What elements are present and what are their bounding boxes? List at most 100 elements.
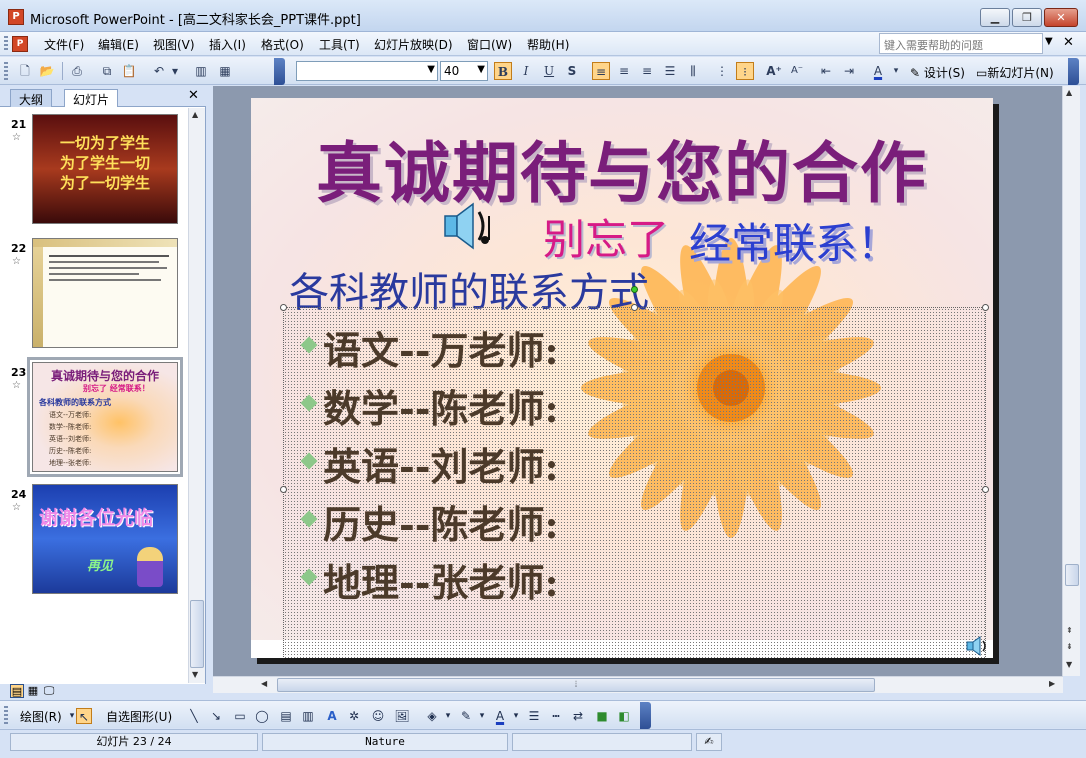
toolbar-options-icon[interactable] xyxy=(274,58,285,85)
line-tool-icon[interactable]: ╲ xyxy=(186,708,202,724)
menu-file[interactable]: 文件(F) xyxy=(44,36,84,53)
bullet-item[interactable]: 地理--张老师: xyxy=(323,552,559,607)
shadow-style-icon[interactable]: ■ xyxy=(594,708,610,724)
fill-color-icon[interactable]: ◈ xyxy=(424,708,440,724)
menu-window[interactable]: 窗口(W) xyxy=(467,36,512,53)
vertical-textbox-icon[interactable]: ▥ xyxy=(300,708,316,724)
slide-title[interactable]: 真诚期待与您的合作 xyxy=(251,120,993,216)
scroll-thumb[interactable] xyxy=(190,600,204,668)
increase-font-icon[interactable]: A⁺ xyxy=(765,62,783,80)
autoshapes-button[interactable]: 自选图形(U) xyxy=(106,708,172,725)
arrow-tool-icon[interactable]: ↘ xyxy=(208,708,224,724)
help-search-input[interactable]: 键入需要帮助的问题 xyxy=(879,33,1043,54)
draw-menu-button[interactable]: 绘图(R) xyxy=(20,708,62,725)
resize-handle[interactable] xyxy=(982,304,989,311)
toolbar-options-icon-2[interactable] xyxy=(1068,58,1079,85)
menu-view[interactable]: 视图(V) xyxy=(153,36,195,53)
numbering-icon[interactable]: ⋮ xyxy=(713,62,731,80)
decrease-font-icon[interactable]: A⁻ xyxy=(788,62,806,80)
increase-indent-icon[interactable]: ⇥ xyxy=(840,62,858,80)
spelling-status-icon[interactable]: ✍ xyxy=(696,733,722,751)
close-panel-icon[interactable]: ✕ xyxy=(188,88,199,103)
align-center-icon[interactable]: ≡ xyxy=(615,62,633,80)
resize-handle[interactable] xyxy=(982,486,989,493)
oval-tool-icon[interactable]: ◯ xyxy=(254,708,270,724)
paste-icon[interactable]: 📋 xyxy=(120,62,138,80)
rotation-handle-icon[interactable] xyxy=(631,286,638,293)
scroll-left-icon[interactable]: ◀ xyxy=(261,679,267,688)
print-icon[interactable]: ⎙ xyxy=(68,62,86,80)
toolbar-options-icon-3[interactable] xyxy=(640,702,651,729)
arrow-style-icon[interactable]: ⇄ xyxy=(570,708,586,724)
subtitle-pink[interactable]: 别忘了 xyxy=(543,206,669,267)
text-direction-icon[interactable]: ⫼ xyxy=(684,62,702,80)
line-style-icon[interactable]: ☰ xyxy=(526,708,542,724)
next-slide-icon[interactable]: ⇟ xyxy=(1066,642,1073,651)
line-color-icon[interactable]: ✎ xyxy=(458,708,474,724)
scroll-thumb[interactable]: ⦙ xyxy=(277,678,875,692)
scroll-up-icon[interactable]: ▲ xyxy=(192,110,198,119)
speaker-sound-icon[interactable] xyxy=(441,200,497,252)
font-name-select[interactable]: ▼ xyxy=(296,61,438,81)
slide-sorter-icon[interactable]: ▦ xyxy=(26,684,40,698)
scroll-down-icon[interactable]: ▼ xyxy=(1066,660,1072,669)
previous-slide-icon[interactable]: ⇞ xyxy=(1066,626,1073,635)
dash-style-icon[interactable]: ┅ xyxy=(548,708,564,724)
resize-handle[interactable] xyxy=(631,304,638,311)
bullet-item[interactable]: 语文--万老师: xyxy=(323,320,559,375)
scroll-right-icon[interactable]: ▶ xyxy=(1049,679,1055,688)
font-color-draw-icon[interactable]: A xyxy=(492,708,508,724)
size-dropdown-icon[interactable]: ▼ xyxy=(477,64,485,75)
italic-button[interactable]: I xyxy=(517,62,535,80)
insert-table-icon[interactable]: ▦ xyxy=(216,62,234,80)
bullet-item[interactable]: 数学--陈老师: xyxy=(323,378,559,433)
scroll-down-icon[interactable]: ▼ xyxy=(192,670,198,679)
font-dropdown-icon[interactable]: ▼ xyxy=(427,64,435,75)
scroll-thumb[interactable] xyxy=(1065,564,1079,586)
font-color-dropdown-icon[interactable]: ▾ xyxy=(887,62,905,80)
thumbnail-scrollbar[interactable]: ▲ ▼ xyxy=(188,108,205,683)
new-icon[interactable]: 🗋 xyxy=(16,62,34,80)
document-icon[interactable]: P xyxy=(12,36,28,52)
copy-icon[interactable]: ⧉ xyxy=(98,62,116,80)
menu-insert[interactable]: 插入(I) xyxy=(209,36,246,53)
align-right-icon[interactable]: ≡ xyxy=(638,62,656,80)
textbox-tool-icon[interactable]: ▤ xyxy=(278,708,294,724)
sound-small-icon[interactable] xyxy=(965,636,989,656)
picture-icon[interactable]: 🖼 xyxy=(394,708,410,724)
underline-button[interactable]: U xyxy=(540,62,558,80)
resize-handle[interactable] xyxy=(280,486,287,493)
decrease-indent-icon[interactable]: ⇤ xyxy=(817,62,835,80)
menu-edit[interactable]: 编辑(E) xyxy=(98,36,139,53)
new-slide-button[interactable]: ▭新幻灯片(N) xyxy=(976,64,1054,81)
close-document-icon[interactable]: ✕ xyxy=(1063,35,1074,50)
slide-horizontal-scrollbar[interactable]: ◀ ⦙ ▶ xyxy=(213,676,1063,693)
subtitle-blue[interactable]: 经常联系！ xyxy=(689,210,899,271)
font-size-select[interactable]: 40 ▼ xyxy=(440,61,488,81)
justify-icon[interactable]: ☰ xyxy=(661,62,679,80)
tab-slides[interactable]: 幻灯片 xyxy=(64,89,119,107)
close-window-button[interactable]: ✕ xyxy=(1044,8,1078,27)
open-icon[interactable]: 📂 xyxy=(38,62,56,80)
menu-grip-icon[interactable] xyxy=(4,36,8,52)
insert-chart-icon[interactable]: ▥ xyxy=(192,62,210,80)
3d-style-icon[interactable]: ◧ xyxy=(616,708,632,724)
bullets-icon[interactable]: ⁝ xyxy=(736,62,754,80)
clipart-icon[interactable]: ☺ xyxy=(370,708,386,724)
powerpoint-app-icon[interactable]: P xyxy=(8,9,24,25)
minimize-button[interactable]: ▁ xyxy=(980,8,1010,27)
wordart-icon[interactable]: A xyxy=(324,708,340,724)
toolbar-grip-icon[interactable] xyxy=(4,62,8,80)
bold-button[interactable]: B xyxy=(494,62,512,80)
tab-outline[interactable]: 大纲 xyxy=(10,89,53,107)
toolbar-grip-icon[interactable] xyxy=(4,706,8,724)
help-dropdown-icon[interactable]: ▼ xyxy=(1045,36,1053,47)
diagram-icon[interactable]: ✲ xyxy=(346,708,362,724)
select-pointer-icon[interactable]: ↖ xyxy=(76,708,92,724)
design-button[interactable]: ✎ 设计(S) xyxy=(910,64,965,81)
scroll-up-icon[interactable]: ▲ xyxy=(1066,88,1072,97)
resize-handle[interactable] xyxy=(280,304,287,311)
slide-thumbnail-22[interactable] xyxy=(32,238,178,348)
maximize-button[interactable]: ❐ xyxy=(1012,8,1042,27)
slide-thumbnail-24[interactable]: 谢谢各位光临 再见 xyxy=(32,484,178,594)
